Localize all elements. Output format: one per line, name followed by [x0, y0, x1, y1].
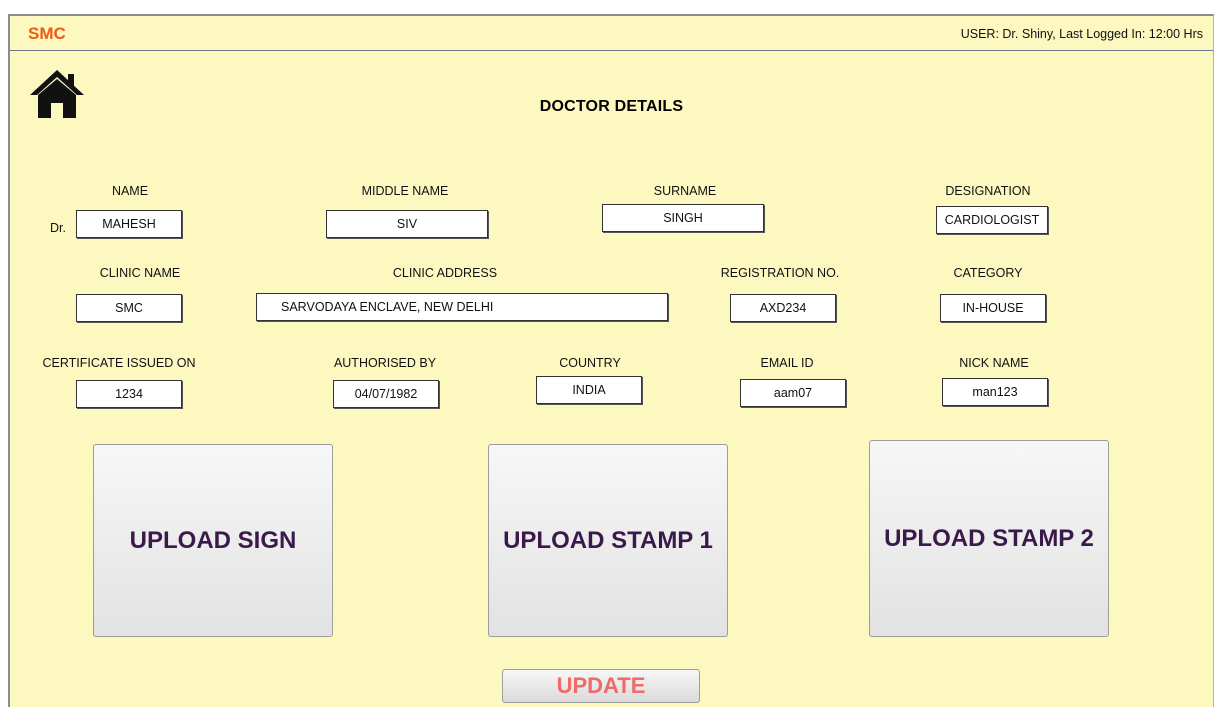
country-field[interactable]: INDIA	[536, 376, 642, 404]
email-id-field[interactable]: aam07	[740, 379, 846, 407]
name-prefix: Dr.	[50, 221, 66, 235]
brand-logo[interactable]: SMC	[28, 24, 66, 44]
authorised-by-label: AUTHORISED BY	[333, 356, 437, 370]
certificate-issued-on-field[interactable]: 1234	[76, 380, 182, 408]
nick-name-field[interactable]: man123	[942, 378, 1048, 406]
page-title: DOCTOR DETAILS	[539, 98, 684, 115]
country-label: COUNTRY	[559, 356, 621, 370]
category-field[interactable]: IN-HOUSE	[940, 294, 1046, 322]
email-id-label: EMAIL ID	[760, 356, 814, 370]
category-label: CATEGORY	[953, 266, 1023, 280]
surname-label: SURNAME	[653, 184, 717, 198]
surname-field[interactable]: SINGH	[602, 204, 764, 232]
user-info: USER: Dr. Shiny, Last Logged In: 12:00 H…	[960, 27, 1203, 41]
clinic-name-field[interactable]: SMC	[76, 294, 182, 322]
authorised-by-field[interactable]: 04/07/1982	[333, 380, 439, 408]
upload-sign-button[interactable]: UPLOAD SIGN	[93, 444, 333, 637]
certificate-issued-on-label: CERTIFICATE ISSUED ON	[42, 356, 196, 370]
designation-label: DESIGNATION	[945, 184, 1031, 198]
middle-name-label: MIDDLE NAME	[361, 184, 449, 198]
upload-stamp-1-button[interactable]: UPLOAD STAMP 1	[488, 444, 728, 637]
app-window: SMC USER: Dr. Shiny, Last Logged In: 12:…	[8, 14, 1214, 707]
upload-stamp-2-button[interactable]: UPLOAD STAMP 2	[869, 440, 1109, 637]
name-label: NAME	[111, 184, 149, 198]
update-button[interactable]: UPDATE	[502, 669, 700, 703]
designation-field[interactable]: CARDIOLOGIST	[936, 206, 1048, 234]
name-field[interactable]: MAHESH	[76, 210, 182, 238]
clinic-address-label: CLINIC ADDRESS	[392, 266, 498, 280]
registration-no-field[interactable]: AXD234	[730, 294, 836, 322]
clinic-name-label: CLINIC NAME	[99, 266, 181, 280]
clinic-address-field[interactable]: SARVODAYA ENCLAVE, NEW DELHI	[256, 293, 668, 321]
registration-no-label: REGISTRATION NO.	[720, 266, 840, 280]
nick-name-label: NICK NAME	[959, 356, 1029, 370]
page: SMC USER: Dr. Shiny, Last Logged In: 12:…	[0, 0, 1220, 707]
top-bar: SMC USER: Dr. Shiny, Last Logged In: 12:…	[10, 16, 1213, 51]
middle-name-field[interactable]: SIV	[326, 210, 488, 238]
